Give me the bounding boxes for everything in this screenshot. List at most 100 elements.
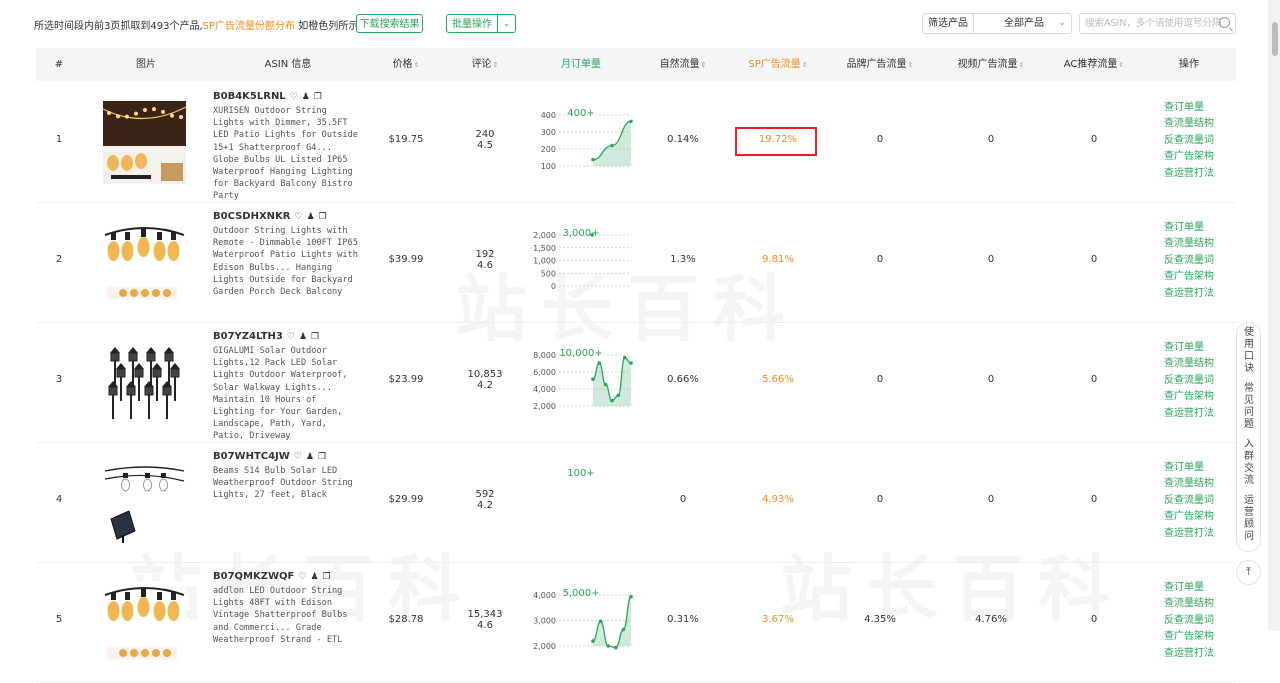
product-title[interactable]: GIGALUMI Solar Outdoor Lights,12 Pack LE… <box>213 345 363 443</box>
organic-traffic: 0.31% <box>667 614 699 625</box>
heart-icon[interactable]: ♡ <box>287 332 295 342</box>
sp-ad-traffic: 3.67% <box>762 614 794 625</box>
row-action-link[interactable]: 查订单量 <box>1164 100 1214 116</box>
product-image[interactable] <box>103 221 186 304</box>
col-ac[interactable]: AC推荐流量⇕ <box>1064 48 1125 81</box>
side-panel-item[interactable]: 使用口诀 <box>1244 327 1254 375</box>
sort-icon[interactable]: ⇕ <box>802 49 808 82</box>
sp-ad-traffic: 9.81% <box>762 254 794 265</box>
asin-info: B07YZ4LTH3 ♡ ♟ ❐ <box>213 331 319 342</box>
product-image[interactable] <box>103 101 186 184</box>
row-action-link[interactable]: 查运营打法 <box>1164 646 1214 662</box>
download-results-button[interactable]: 下载搜索结果 <box>356 14 423 33</box>
row-action-link[interactable]: 查流量结构 <box>1164 116 1214 132</box>
amazon-icon[interactable]: ♟ <box>302 92 310 102</box>
heart-icon[interactable]: ♡ <box>294 452 302 462</box>
search-icon[interactable] <box>1219 17 1230 28</box>
row-action-link[interactable]: 查运营打法 <box>1164 526 1214 542</box>
row-actions: 查订单量 查流量结构 反查流量词 查广告架构 查运营打法 <box>1164 100 1214 182</box>
row-action-link[interactable]: 查广告架构 <box>1164 389 1214 405</box>
asin-code[interactable]: B07YZ4LTH3 <box>213 331 283 342</box>
copy-icon[interactable]: ❐ <box>323 572 331 582</box>
row-action-link[interactable]: 查订单量 <box>1164 220 1214 236</box>
filter-products-select[interactable]: 全部产品 ⌄ <box>973 13 1072 34</box>
brand-ad-traffic: 0 <box>876 494 884 505</box>
product-image[interactable] <box>103 581 186 664</box>
heart-icon[interactable]: ♡ <box>290 92 298 102</box>
summary-highlight: SP广告流量份额分布 <box>202 21 296 32</box>
data-point <box>610 398 614 403</box>
amazon-icon[interactable]: ♟ <box>307 212 315 222</box>
product-image[interactable] <box>103 461 186 544</box>
col-brand-label: 品牌广告流量 <box>846 59 907 70</box>
product-title[interactable]: addlon LED Outdoor String Lights 48FT wi… <box>213 585 363 646</box>
asin-code[interactable]: B0CSDHXNKR <box>213 211 291 222</box>
sort-icon[interactable]: ⇕ <box>493 49 499 82</box>
row-action-link[interactable]: 反查流量词 <box>1164 133 1214 149</box>
row-action-link[interactable]: 查运营打法 <box>1164 166 1214 182</box>
batch-dropdown-icon[interactable]: ⌄ <box>497 14 516 33</box>
row-action-link[interactable]: 反查流量词 <box>1164 373 1214 389</box>
row-action-link[interactable]: 查流量结构 <box>1164 356 1214 372</box>
sort-icon[interactable]: ⇕ <box>1118 49 1124 82</box>
search-input[interactable]: 搜索ASIN，多个请使用逗号分隔 <box>1079 13 1236 34</box>
sort-icon[interactable]: ⇕ <box>908 49 914 82</box>
amazon-icon[interactable]: ♟ <box>310 572 318 582</box>
batch-operation-button[interactable]: 批量操作 <box>446 14 498 33</box>
filter-value: 全部产品 <box>1004 18 1044 29</box>
col-video-ads[interactable]: 视频广告流量⇕ <box>958 48 1025 81</box>
help-side-panel[interactable]: 使用口诀常见问题入群交流运营顾问 <box>1236 322 1261 552</box>
row-action-link[interactable]: 查流量结构 <box>1164 236 1214 252</box>
amazon-icon[interactable]: ♟ <box>306 452 314 462</box>
heart-icon[interactable]: ♡ <box>295 212 303 222</box>
heart-icon[interactable]: ♡ <box>298 572 306 582</box>
row-action-link[interactable]: 查订单量 <box>1164 460 1214 476</box>
asin-code[interactable]: B07QMKZWQF <box>213 571 294 582</box>
product-title[interactable]: Outdoor String Lights with Remote - Dimm… <box>213 225 363 298</box>
scrollbar[interactable] <box>1268 0 1280 631</box>
row-action-link[interactable]: 反查流量词 <box>1164 253 1214 269</box>
col-organic[interactable]: 自然流量⇕ <box>660 48 707 81</box>
asin-info: B0CSDHXNKR ♡ ♟ ❐ <box>213 211 327 222</box>
row-action-link[interactable]: 反查流量词 <box>1164 493 1214 509</box>
col-brand-ads[interactable]: 品牌广告流量⇕ <box>847 48 914 81</box>
col-price[interactable]: 价格⇕ <box>393 48 420 81</box>
product-title[interactable]: XURISEN Outdoor String Lights with Dimme… <box>213 105 363 203</box>
sort-icon[interactable]: ⇕ <box>701 49 707 82</box>
asin-info: B07QMKZWQF ♡ ♟ ❐ <box>213 571 331 582</box>
row-action-link[interactable]: 查运营打法 <box>1164 406 1214 422</box>
side-panel-item[interactable]: 入群交流 <box>1244 439 1254 487</box>
copy-icon[interactable]: ❐ <box>311 332 319 342</box>
back-to-top-icon[interactable]: ⤒ <box>1236 560 1261 585</box>
row-action-link[interactable]: 查广告架构 <box>1164 509 1214 525</box>
product-title[interactable]: Beams S14 Bulb Solar LED Weatherproof Ou… <box>213 465 363 502</box>
copy-icon[interactable]: ❐ <box>318 452 326 462</box>
amazon-icon[interactable]: ♟ <box>299 332 307 342</box>
row-action-link[interactable]: 查流量结构 <box>1164 476 1214 492</box>
sort-icon[interactable]: ⇕ <box>414 49 420 82</box>
side-panel-item[interactable]: 运营顾问 <box>1244 495 1254 543</box>
organic-traffic: 0.14% <box>667 134 699 145</box>
row-action-link[interactable]: 查运营打法 <box>1164 286 1214 302</box>
sort-icon[interactable]: ⇕ <box>1019 49 1025 82</box>
copy-icon[interactable]: ❐ <box>319 212 327 222</box>
row-action-link[interactable]: 查广告架构 <box>1164 269 1214 285</box>
row-action-link[interactable]: 查订单量 <box>1164 340 1214 356</box>
scrollbar-thumb[interactable] <box>1272 22 1278 56</box>
product-image[interactable] <box>103 341 186 424</box>
copy-icon[interactable]: ❐ <box>314 92 322 102</box>
row-action-link[interactable]: 查订单量 <box>1164 580 1214 596</box>
asin-code[interactable]: B07WHTC4JW <box>213 451 290 462</box>
data-point <box>629 119 633 124</box>
search-placeholder: 搜索ASIN，多个请使用逗号分隔 <box>1085 18 1222 29</box>
summary-suffix: 如橙色列所示 <box>295 21 359 32</box>
row-index: 1 <box>55 134 63 145</box>
row-action-link[interactable]: 查广告架构 <box>1164 629 1214 645</box>
row-action-link[interactable]: 查流量结构 <box>1164 596 1214 612</box>
col-sp-ads[interactable]: SP广告流量⇕ <box>748 48 807 81</box>
side-panel-item[interactable]: 常见问题 <box>1244 383 1254 431</box>
col-reviews[interactable]: 评论⇕ <box>472 48 499 81</box>
row-action-link[interactable]: 反查流量词 <box>1164 613 1214 629</box>
row-action-link[interactable]: 查广告架构 <box>1164 149 1214 165</box>
asin-code[interactable]: B0B4K5LRNL <box>213 91 286 102</box>
